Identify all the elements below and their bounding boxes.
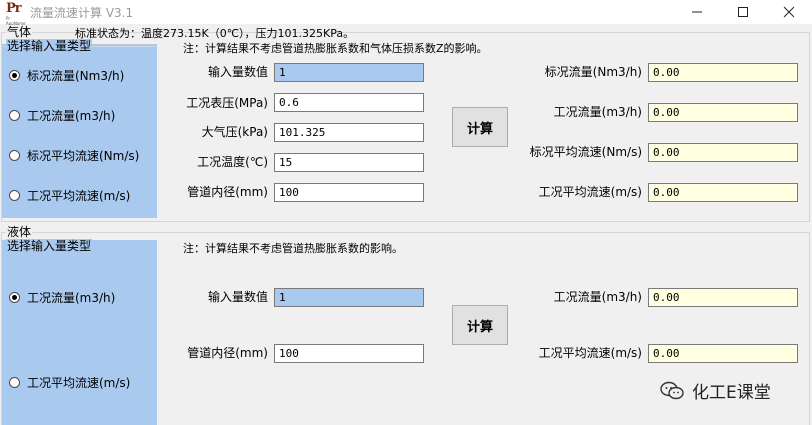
minimize-button[interactable]	[674, 0, 720, 24]
radio-label: 工况流量(m3/h)	[27, 109, 116, 123]
liquid-group-label: 液体	[6, 225, 33, 239]
window-title: 流量流速计算 V3.1	[30, 6, 134, 20]
gas-type-group-label: 选择输入量类型	[6, 39, 93, 53]
gas-output-work-flow[interactable]: 0.00	[648, 103, 798, 122]
liquid-radio-work-flow[interactable]: 工况流量(m3/h)	[9, 289, 115, 306]
liquid-type-panel	[2, 240, 157, 425]
liquid-pipe-diameter-field[interactable]: 100	[274, 344, 424, 363]
radio-button[interactable]	[9, 190, 20, 201]
gas-atm-pressure-field[interactable]: 101.325	[274, 123, 424, 142]
gas-output-std-velocity[interactable]: 0.00	[648, 143, 798, 162]
liquid-output-label: 工况平均流速(m/s)	[538, 346, 642, 360]
gas-atm-pressure-label: 大气压(kPa)	[201, 125, 268, 139]
gas-output-label: 标况流量(Nm3/h)	[544, 65, 642, 79]
radio-button[interactable]	[9, 150, 20, 161]
liquid-calculate-button[interactable]: 计算	[452, 305, 508, 345]
gas-output-label: 工况平均流速(m/s)	[538, 185, 642, 199]
gas-standard-state: 标准状态为：温度273.15K（0℃），压力101.325KPa。	[75, 27, 355, 40]
watermark: 化工E课堂	[660, 378, 771, 403]
gas-radio-std-velocity[interactable]: 标况平均流速(Nm/s)	[9, 147, 139, 164]
gas-radio-std-flow[interactable]: 标况流量(Nm3/h)	[9, 67, 124, 84]
liquid-input-label: 输入量数值	[207, 290, 268, 304]
liquid-output-label: 工况流量(m3/h)	[553, 290, 642, 304]
radio-label: 标况流量(Nm3/h)	[27, 69, 125, 83]
radio-button-checked[interactable]	[9, 292, 20, 303]
liquid-radio-work-velocity[interactable]: 工况平均流速(m/s)	[9, 374, 130, 391]
gas-radio-work-flow[interactable]: 工况流量(m3/h)	[9, 107, 115, 124]
close-button[interactable]	[766, 0, 812, 24]
radio-button[interactable]	[9, 110, 20, 121]
gas-output-work-velocity[interactable]: 0.00	[648, 183, 798, 202]
gas-output-std-flow[interactable]: 0.00	[648, 63, 798, 82]
minimize-icon	[692, 11, 702, 13]
liquid-output-work-velocity[interactable]: 0.00	[648, 344, 798, 363]
gas-pipe-diameter-field[interactable]: 100	[274, 183, 424, 202]
liquid-pipe-diameter-label: 管道内径(mm)	[187, 346, 268, 360]
gas-note: 注：计算结果不考虑管道热膨胀系数和气体压损系数Z的影响。	[183, 42, 488, 55]
radio-button[interactable]	[9, 377, 20, 388]
gas-input-label: 输入量数值	[207, 65, 268, 79]
watermark-text: 化工E课堂	[692, 383, 771, 403]
gas-temperature-field[interactable]: 15	[274, 153, 424, 172]
wechat-icon	[660, 381, 684, 399]
radio-label: 标况平均流速(Nm/s)	[27, 149, 140, 163]
liquid-note: 注：计算结果不考虑管道热膨胀系数的影响。	[183, 242, 403, 255]
gas-temperature-label: 工况温度(℃)	[197, 155, 268, 169]
maximize-icon	[738, 7, 748, 17]
radio-label: 工况流量(m3/h)	[27, 291, 116, 305]
radio-button-checked[interactable]	[9, 70, 20, 81]
gas-output-label: 标况平均流速(Nm/s)	[529, 145, 642, 159]
liquid-output-work-flow[interactable]: 0.00	[648, 288, 798, 307]
gas-input-value-field[interactable]: 1	[274, 63, 424, 82]
radio-label: 工况平均流速(m/s)	[27, 189, 131, 203]
close-icon	[783, 6, 795, 18]
gas-radio-work-velocity[interactable]: 工况平均流速(m/s)	[9, 187, 130, 204]
app-icon: Pr Pr AppName	[6, 1, 26, 26]
liquid-input-value-field[interactable]: 1	[274, 288, 424, 307]
liquid-type-group-label: 选择输入量类型	[6, 239, 93, 253]
gas-gauge-pressure-label: 工况表压(MPa)	[186, 96, 268, 110]
gas-group-label: 气体	[6, 25, 33, 39]
gas-output-label: 工况流量(m3/h)	[553, 105, 642, 119]
gas-gauge-pressure-field[interactable]: 0.6	[274, 93, 424, 112]
gas-pipe-diameter-label: 管道内径(mm)	[187, 185, 268, 199]
radio-label: 工况平均流速(m/s)	[27, 376, 131, 390]
maximize-button[interactable]	[720, 0, 766, 24]
